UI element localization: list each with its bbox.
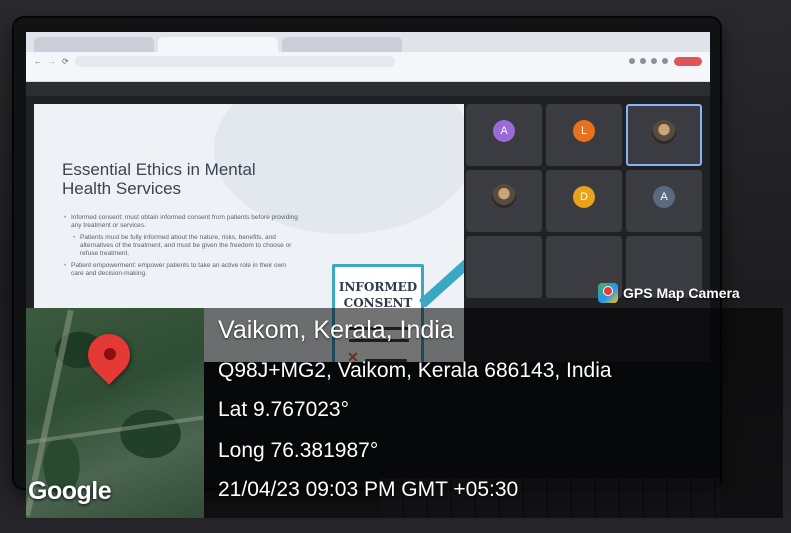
participant-avatar: A [493, 120, 515, 142]
browser-toolbar: ← → ⟳ [26, 52, 710, 70]
extension-icons [629, 58, 668, 64]
map-road [26, 415, 204, 445]
reload-icon[interactable]: ⟳ [62, 57, 69, 66]
location-latitude: Lat 9.767023° [218, 398, 350, 421]
slide-bullet: Patient empowerment: empower patients to… [64, 262, 299, 278]
participant-tile[interactable] [466, 170, 542, 232]
gps-app-badge: GPS Map Camera [598, 282, 740, 304]
back-icon[interactable]: ← [34, 57, 42, 66]
slide-sub-bullet: Patients must be fully informed about th… [64, 234, 299, 258]
participant-tile[interactable] [466, 236, 542, 298]
browser-tab-bar [26, 32, 710, 52]
location-address: Q98J+MG2, Vaikom, Kerala 686143, India [218, 359, 612, 382]
location-datetime: 21/04/23 09:03 PM GMT +05:30 [218, 478, 519, 501]
participant-avatar: A [653, 186, 675, 208]
participant-avatar: L [573, 120, 595, 142]
participant-photo [652, 120, 676, 144]
map-thumbnail: Google [26, 308, 204, 518]
participant-tile[interactable]: A [626, 170, 702, 232]
pen-icon [418, 253, 464, 308]
geotag-panel: Google Vaikom, Kerala, India Q98J+MG2, V… [26, 308, 783, 518]
participant-tile[interactable]: L [546, 104, 622, 166]
participant-tile[interactable]: A [466, 104, 542, 166]
slide-title: Essential Ethics in Mental Health Servic… [62, 160, 256, 198]
location-pin-center [104, 348, 116, 360]
browser-tab-3[interactable] [282, 37, 402, 52]
location-longitude: Long 76.381987° [218, 439, 379, 462]
participant-tile[interactable]: D [546, 170, 622, 232]
bookmarks-bar [26, 70, 710, 82]
participant-avatar: D [573, 186, 595, 208]
slide-bullet-list: Informed consent: must obtain informed c… [64, 214, 299, 282]
browser-tab-1[interactable] [34, 37, 154, 52]
location-city: Vaikom, Kerala, India [218, 316, 454, 344]
participant-tile-active-speaker[interactable] [626, 104, 702, 166]
photo-scene: ← → ⟳ Essential Ethics in Mental Health … [0, 0, 791, 533]
extension-icon[interactable] [640, 58, 646, 64]
browser-tab-2[interactable] [158, 37, 278, 52]
presenting-banner [26, 82, 710, 96]
consent-graphic-text-1: INFORMED [338, 280, 418, 294]
extension-icon[interactable] [629, 58, 635, 64]
map-brand-label: Google [28, 477, 112, 505]
gps-app-label: GPS Map Camera [623, 285, 740, 301]
participant-photo [492, 184, 516, 208]
forward-icon[interactable]: → [48, 57, 56, 66]
profile-button[interactable] [674, 56, 702, 66]
gps-map-camera-icon [598, 283, 618, 303]
address-bar[interactable] [74, 55, 395, 67]
slide-bullet: Informed consent: must obtain informed c… [64, 214, 299, 230]
location-info: Vaikom, Kerala, India Q98J+MG2, Vaikom, … [204, 308, 783, 518]
extension-icon[interactable] [662, 58, 668, 64]
extension-icon[interactable] [651, 58, 657, 64]
